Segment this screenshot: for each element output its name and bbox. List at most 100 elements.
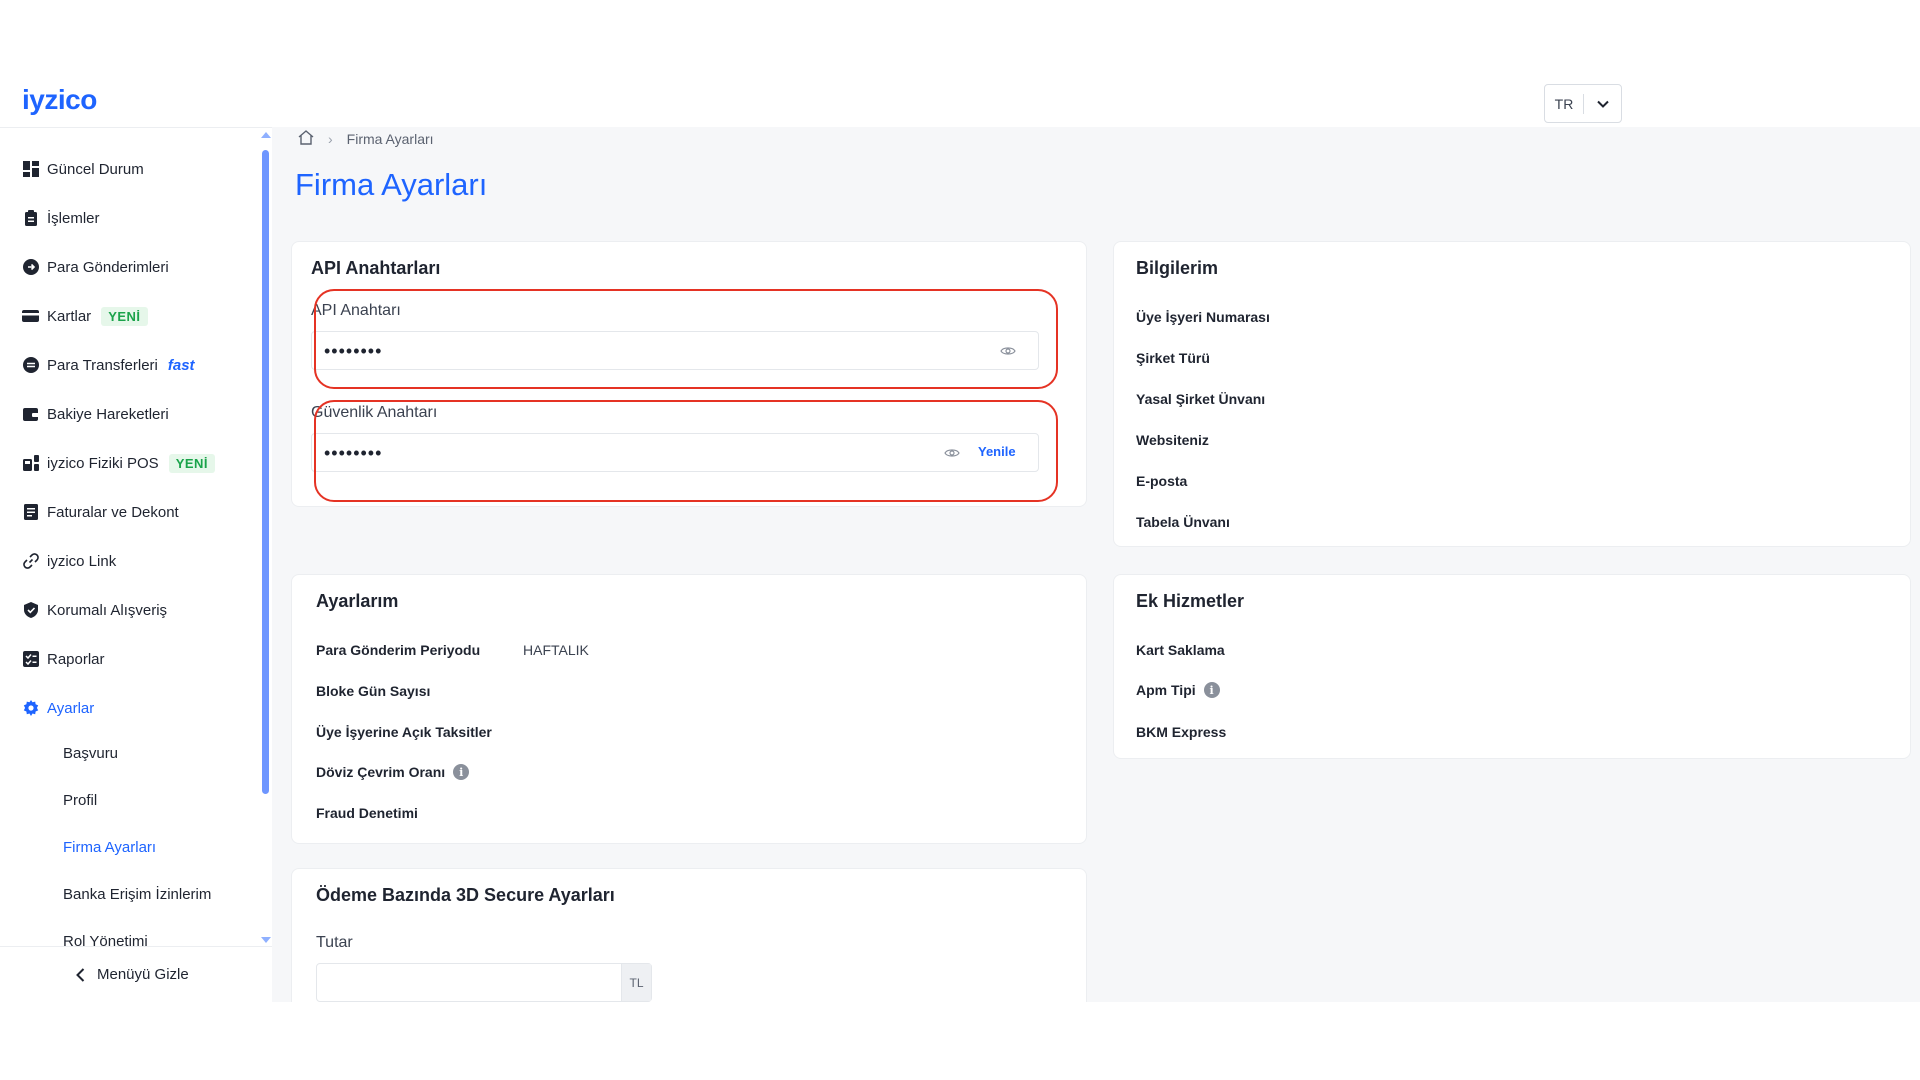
- bkm-express-label: BKM Express: [1136, 724, 1227, 740]
- sidebar-item-kartlar[interactable]: Kartlar YENİ: [22, 304, 148, 328]
- website-label: Websiteniz: [1136, 432, 1209, 448]
- api-keys-title: API Anahtarları: [311, 258, 441, 278]
- sidebar: Güncel Durum İşlemler Para Gönderimleri …: [0, 127, 272, 1002]
- top-header: iyzico TR: [0, 76, 1920, 127]
- clipboard-icon: [22, 210, 39, 227]
- currency-addon: TL: [621, 964, 651, 1001]
- fx-rate-row: Döviz Çevrim Oranı i: [316, 764, 470, 780]
- legal-name-label: Yasal Şirket Ünvanı: [1136, 391, 1266, 407]
- sidebar-item-label: iyzico Fiziki POS: [47, 454, 159, 472]
- invoice-icon: [22, 504, 39, 521]
- eye-icon[interactable]: [944, 446, 960, 464]
- sidebar-item-label: iyzico Link: [47, 552, 117, 570]
- card-storage-label: Kart Saklama: [1136, 642, 1225, 658]
- wallet-icon: [22, 406, 39, 423]
- payout-period-value: HAFTALIK: [523, 642, 589, 658]
- chevron-left-icon: [76, 967, 85, 982]
- sidebar-item-label: Ayarlar: [47, 699, 95, 717]
- language-select[interactable]: TR: [1544, 84, 1622, 123]
- secret-key-field[interactable]: •••••••• Yenile: [311, 433, 1039, 472]
- sidebar-item-iyzico-link[interactable]: iyzico Link: [22, 549, 116, 573]
- pos-icon: [22, 455, 39, 472]
- sidebar-item-raporlar[interactable]: Raporlar: [22, 647, 105, 671]
- sidebar-item-label: Raporlar: [47, 650, 105, 668]
- main-content: › Firma Ayarları Firma Ayarları API Anah…: [272, 127, 1920, 1002]
- sidebar-item-para-transferleri[interactable]: Para Transferleri fast: [22, 353, 195, 377]
- secure-3d-card: Ödeme Bazında 3D Secure Ayarları Tutar T…: [291, 868, 1087, 1002]
- installments-label: Üye İşyerine Açık Taksitler: [316, 724, 492, 740]
- breadcrumb: › Firma Ayarları: [298, 127, 434, 151]
- shield-icon: [22, 602, 39, 619]
- sidebar-item-para-gonderimleri[interactable]: Para Gönderimleri: [22, 255, 169, 279]
- info-icon[interactable]: i: [453, 764, 470, 780]
- sidebar-item-islemler[interactable]: İşlemler: [22, 206, 100, 230]
- bottom-margin: [0, 1002, 1920, 1080]
- eye-icon[interactable]: [1000, 344, 1016, 362]
- card-icon: [22, 308, 39, 325]
- api-key-value: ••••••••: [324, 341, 383, 361]
- email-label: E-posta: [1136, 473, 1188, 489]
- hide-menu-button[interactable]: Menüyü Gizle: [0, 946, 272, 1002]
- settings-card: Ayarlarım Para Gönderim Periyodu HAFTALI…: [291, 574, 1087, 844]
- amount-label: Tutar: [316, 934, 353, 951]
- sidebar-subitem-firma-ayarlari[interactable]: Firma Ayarları: [63, 839, 156, 856]
- fx-rate-label: Döviz Çevrim Oranı: [316, 764, 446, 780]
- money-send-icon: [22, 259, 39, 276]
- chevron-down-icon[interactable]: [1584, 100, 1621, 108]
- amount-field[interactable]: TL: [316, 963, 652, 1002]
- language-value: TR: [1554, 95, 1574, 112]
- new-badge: YENİ: [101, 306, 148, 326]
- scroll-down-arrow[interactable]: [261, 937, 271, 943]
- transfer-icon: [22, 357, 39, 374]
- extra-services-title: Ek Hizmetler: [1136, 591, 1245, 611]
- merchant-number-label: Üye İşyeri Numarası: [1136, 309, 1270, 325]
- sidebar-item-korumali-alisveris[interactable]: Korumalı Alışveriş: [22, 598, 167, 622]
- api-key-label: API Anahtarı: [311, 302, 401, 319]
- sidebar-scrollbar[interactable]: [262, 150, 269, 794]
- renew-button[interactable]: Yenile: [978, 444, 1016, 459]
- gear-icon: [22, 700, 39, 717]
- sidebar-subitem-basvuru[interactable]: Başvuru: [63, 745, 118, 762]
- company-type-label: Şirket Türü: [1136, 350, 1210, 366]
- info-icon[interactable]: i: [1203, 682, 1220, 698]
- sidebar-item-label: Para Transferleri: [47, 356, 158, 374]
- extra-services-card: Ek Hizmetler Kart Saklama Apm Tipi i BKM…: [1113, 574, 1911, 759]
- fast-tag: fast: [167, 356, 195, 374]
- info-title: Bilgilerim: [1136, 258, 1219, 278]
- sidebar-item-label: Güncel Durum: [47, 160, 144, 178]
- secure-3d-title: Ödeme Bazında 3D Secure Ayarları: [316, 885, 615, 905]
- sidebar-subitem-banka-erisim[interactable]: Banka Erişim İzinlerim: [63, 886, 211, 903]
- breadcrumb-current: Firma Ayarları: [346, 131, 434, 147]
- secret-key-label: Güvenlik Anahtarı: [311, 404, 438, 421]
- block-days-label: Bloke Gün Sayısı: [316, 683, 431, 699]
- sidebar-item-label: Para Gönderimleri: [47, 258, 169, 276]
- sidebar-item-label: İşlemler: [47, 209, 100, 227]
- home-icon[interactable]: [298, 130, 314, 148]
- iyzico-logo[interactable]: iyzico: [22, 84, 97, 116]
- apm-type-row: Apm Tipi i: [1136, 682, 1220, 698]
- sidebar-item-label: Korumalı Alışveriş: [47, 601, 168, 619]
- signboard-name-label: Tabela Ünvanı: [1136, 514, 1230, 530]
- sidebar-item-faturalar[interactable]: Faturalar ve Dekont: [22, 500, 179, 524]
- settings-title: Ayarlarım: [316, 591, 399, 611]
- page-title: Firma Ayarları: [295, 167, 488, 202]
- secret-key-value: ••••••••: [324, 443, 383, 463]
- sidebar-subitem-profil[interactable]: Profil: [63, 792, 97, 809]
- api-keys-card: API Anahtarları API Anahtarı •••••••• Gü…: [291, 241, 1087, 507]
- report-icon: [22, 651, 39, 668]
- sidebar-item-label: Faturalar ve Dekont: [47, 503, 179, 521]
- breadcrumb-separator: ›: [328, 131, 333, 147]
- sidebar-item-guncel-durum[interactable]: Güncel Durum: [22, 157, 144, 181]
- sidebar-item-label: Bakiye Hareketleri: [47, 405, 169, 423]
- link-icon: [22, 553, 39, 570]
- sidebar-item-bakiye-hareketleri[interactable]: Bakiye Hareketleri: [22, 402, 169, 426]
- scroll-up-arrow[interactable]: [261, 132, 271, 138]
- hide-menu-label: Menüyü Gizle: [97, 966, 189, 983]
- sidebar-item-ayarlar[interactable]: Ayarlar: [22, 696, 94, 720]
- sidebar-item-fiziki-pos[interactable]: iyzico Fiziki POS YENİ: [22, 451, 216, 475]
- info-card: Bilgilerim Üye İşyeri Numarası Şirket Tü…: [1113, 241, 1911, 547]
- api-key-field[interactable]: ••••••••: [311, 331, 1039, 370]
- apm-type-label: Apm Tipi: [1136, 682, 1196, 698]
- fraud-check-label: Fraud Denetimi: [316, 805, 418, 821]
- payout-period-label: Para Gönderim Periyodu: [316, 642, 481, 658]
